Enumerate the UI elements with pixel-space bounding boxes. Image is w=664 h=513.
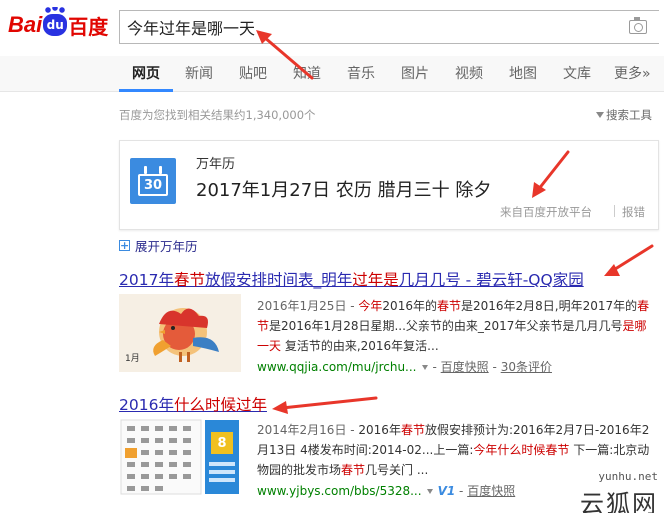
watermark: yunhu.net 云狐网 [512, 468, 664, 513]
thumb-month-label: 1月 [125, 354, 140, 364]
nav-tabs: 网页 新闻 贴吧 知道 音乐 图片 视频 地图 文库 更多» [0, 56, 664, 92]
text-segment: 是2016年2月8日,明年2017年的 [460, 299, 638, 313]
result-url-1[interactable]: www.qqjia.com/mu/jrchu... [257, 360, 417, 374]
highlight-text: 春节 [436, 299, 461, 313]
text-segment: 放假安排时间表_明年 [204, 271, 353, 289]
calendar-icon: 30 [130, 158, 176, 204]
logo-cn: 百度 [68, 14, 109, 39]
dropdown-arrow-icon[interactable] [426, 489, 433, 494]
tab-web[interactable]: 网页 [132, 63, 160, 83]
arrow-to-result-2 [280, 396, 378, 410]
highlight-text: 过年是 [352, 271, 399, 289]
search-box [119, 10, 659, 44]
tab-wenku[interactable]: 文库 [563, 63, 591, 83]
highlight-text: 春节 [341, 463, 366, 477]
tab-map[interactable]: 地图 [509, 63, 537, 83]
arrow-head-result-2 [272, 401, 288, 414]
tab-zhidao[interactable]: 知道 [293, 63, 321, 83]
baidu-logo[interactable]: Bai du 百度 [8, 7, 109, 42]
search-tools-label: 搜索工具 [606, 108, 652, 122]
text-segment: 2017年 [119, 271, 174, 289]
result-url-2[interactable]: www.yjbys.com/bbs/5328... [257, 484, 422, 498]
text-segment: 几号关门 ... [365, 463, 429, 477]
calendar-image [119, 418, 241, 496]
result-url-row-1: www.qqjia.com/mu/jrchu... - 百度快照 - 30条评价 [257, 360, 552, 374]
tab-news[interactable]: 新闻 [185, 63, 213, 83]
text-segment: 2014年2月16日 - [257, 423, 359, 437]
snapshot-link-2[interactable]: 百度快照 [467, 484, 515, 498]
tab-video[interactable]: 视频 [455, 63, 483, 83]
result-thumbnail-1[interactable]: 1月 [119, 294, 241, 372]
text-segment: 是2016年1月28日星期...父亲节的由来_2017年父亲节是几月几号 [269, 319, 623, 333]
header: Bai du 百度 [0, 0, 664, 56]
v1-badge-icon[interactable]: V1 [438, 484, 456, 498]
result-count: 百度为您找到相关结果约1,340,000个 [119, 108, 316, 122]
text-segment: 复活节的由来,2016年复活... [281, 339, 439, 353]
highlight-text: 今年什么时候春节 [473, 443, 570, 457]
watermark-url: yunhu.net [598, 470, 658, 483]
logo-bai: Bai [8, 12, 43, 37]
result-thumbnail-2[interactable]: 8 [119, 418, 241, 496]
result-title-2[interactable]: 2016年什么时候过年 [119, 393, 267, 415]
arrow-to-result-1 [610, 244, 654, 273]
calendar-title[interactable]: 万年历 [196, 153, 235, 172]
result-url-row-2: www.yjbys.com/bbs/5328... V1 - 百度快照 [257, 484, 516, 498]
text-segment: 2016年 [119, 396, 174, 414]
reviews-link-1[interactable]: 30条评价 [501, 360, 552, 374]
calendar-date-line: 2017年1月27日 农历 腊月三十 除夕 [196, 180, 492, 201]
tab-tieba[interactable]: 贴吧 [239, 63, 267, 83]
active-tab-indicator [119, 89, 173, 92]
expand-calendar-link[interactable]: + 展开万年历 [119, 236, 198, 255]
thumb-calendar-day: 8 [217, 435, 227, 451]
camera-icon[interactable] [629, 17, 647, 34]
tab-images[interactable]: 图片 [401, 63, 429, 83]
calendar-card: 30 万年历 2017年1月27日 农历 腊月三十 除夕 来自百度开放平台 报错 [119, 140, 659, 230]
snapshot-link-1[interactable]: 百度快照 [441, 360, 489, 374]
highlight-text: 今年 [358, 299, 383, 313]
highlight-text: 春节 [400, 423, 425, 437]
plus-icon: + [119, 239, 130, 252]
text-segment: 几月几号 - 碧云轩-QQ家园 [398, 271, 584, 289]
calendar-icon-day: 30 [138, 174, 168, 196]
highlight-text: 什么时候过年 [173, 396, 267, 414]
text-segment: 2016年1月25日 - [257, 299, 359, 313]
watermark-brand: 云狐网 [580, 490, 658, 513]
funnel-icon [596, 112, 604, 118]
tab-music[interactable]: 音乐 [347, 63, 375, 83]
divider [614, 205, 615, 217]
logo-paw-icon: du [43, 7, 68, 36]
arrow-head-result-1 [604, 264, 620, 276]
result-title-1[interactable]: 2017年春节放假安排时间表_明年过年是几月几号 - 碧云轩-QQ家园 [119, 268, 584, 290]
calendar-source: 来自百度开放平台 [500, 205, 592, 219]
highlight-text: 春节 [173, 271, 205, 289]
result-snippet-1: 2016年1月25日 - 今年2016年的春节是2016年2月8日,明年2017… [257, 296, 655, 356]
expand-calendar-label: 展开万年历 [135, 239, 198, 254]
search-input[interactable] [127, 17, 607, 36]
search-tools-button[interactable]: 搜索工具 [596, 107, 652, 123]
tab-more[interactable]: 更多» [614, 63, 651, 83]
text-segment: 2016年 [358, 423, 401, 437]
report-error-link[interactable]: 报错 [622, 204, 645, 220]
dropdown-arrow-icon[interactable] [421, 365, 428, 370]
text-segment: 2016年的 [382, 299, 437, 313]
